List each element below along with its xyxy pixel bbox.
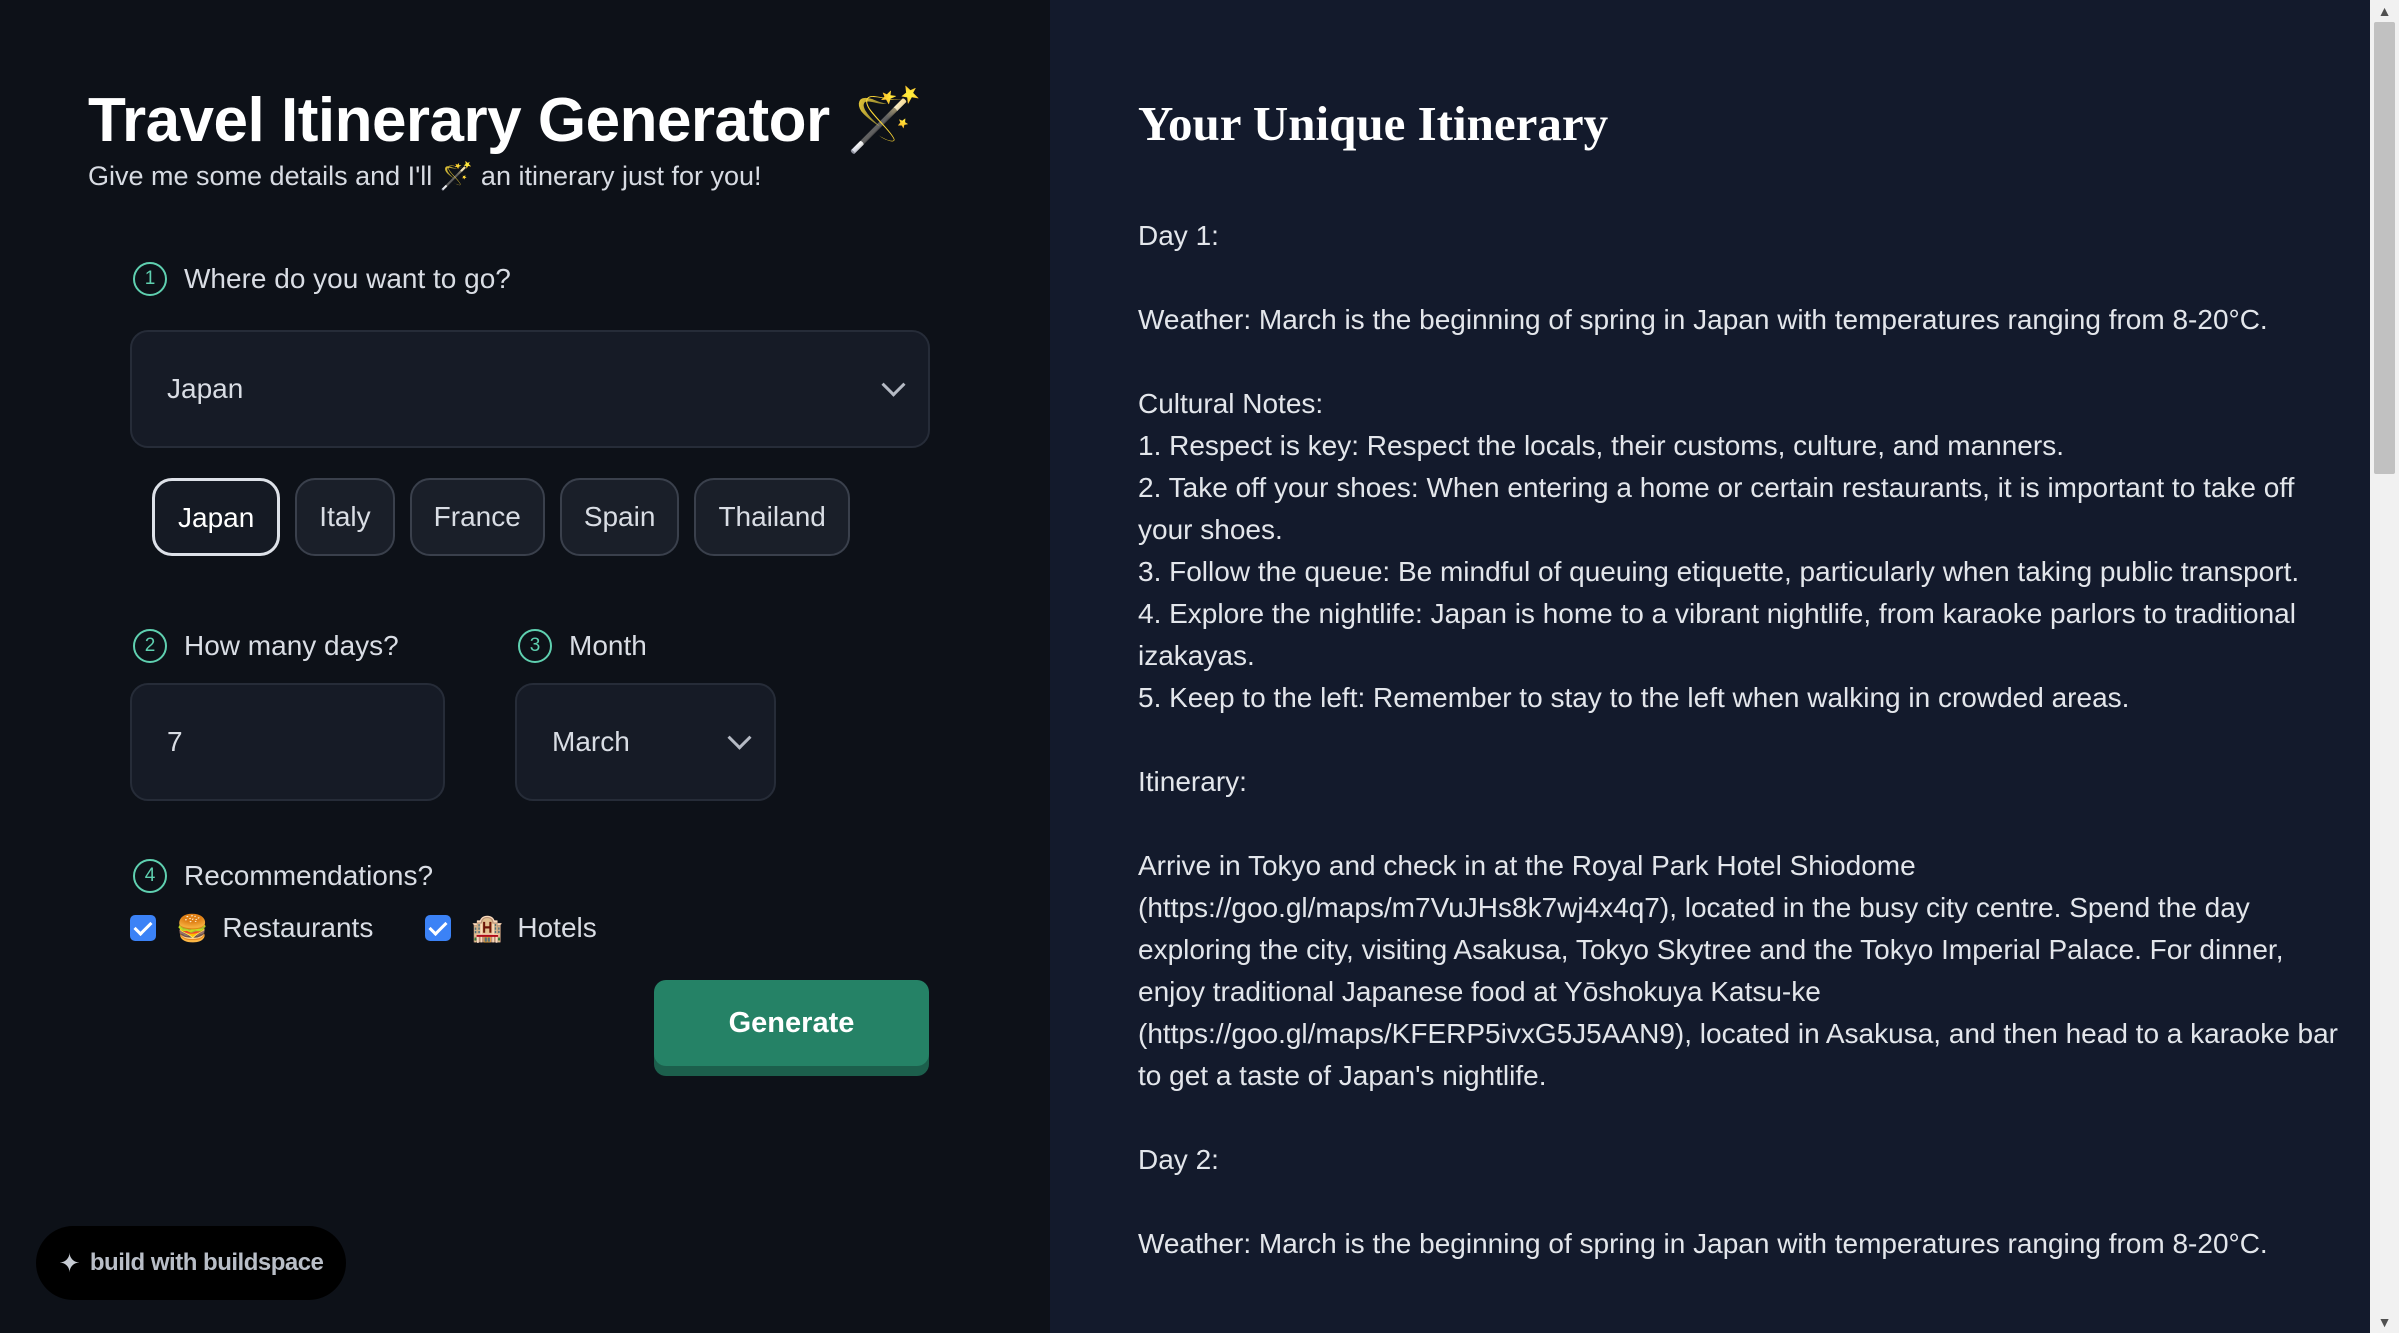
hotels-option[interactable]: 🏨 Hotels [425,912,597,944]
days-input[interactable]: 7 [130,683,445,801]
days-label: 2 How many days? [133,629,399,663]
buildspace-logo-icon: ✦ [58,1247,81,1278]
generate-button[interactable]: Generate [654,980,929,1066]
chip-spain[interactable]: Spain [559,478,680,556]
days-label-text: How many days? [184,630,399,661]
destination-chips: Japan Italy France Spain Thailand [152,478,850,556]
chip-italy[interactable]: Italy [295,478,395,556]
hotels-checkbox[interactable] [425,915,451,941]
chip-japan[interactable]: Japan [152,478,281,556]
month-select[interactable]: March [515,683,776,801]
destination-select[interactable]: Japan [130,330,930,448]
step-2-icon: 2 [133,629,167,663]
hotels-label: Hotels [517,912,597,943]
chevron-down-icon [727,725,752,750]
scroll-up-icon[interactable]: ▲ [2370,0,2399,22]
step-3-icon: 3 [518,629,552,663]
itinerary-text: Day 1: Weather: March is the beginning o… [1138,220,2339,1259]
month-label-text: Month [569,630,647,661]
destination-select-value: Japan [167,373,244,404]
step-4-icon: 4 [133,859,167,893]
chip-thailand[interactable]: Thailand [694,478,850,556]
recommendations-label-text: Recommendations? [184,860,434,891]
buildspace-badge[interactable]: ✦ build with buildspace [36,1226,346,1300]
days-input-value: 7 [167,726,183,757]
month-label: 3 Month [518,629,647,663]
recommendations-label: 4 Recommendations? [133,859,433,893]
output-panel: Your Unique Itinerary Day 1: Weather: Ma… [1050,0,2370,1333]
hotel-icon: 🏨 [471,912,504,943]
chevron-down-icon [881,372,906,397]
buildspace-badge-label: build with buildspace [89,1249,324,1276]
destination-label-text: Where do you want to go? [184,263,511,294]
destination-label: 1 Where do you want to go? [133,262,511,296]
burger-icon: 🍔 [176,912,209,943]
restaurants-label: Restaurants [222,912,374,943]
scrollbar-thumb[interactable] [2374,22,2395,474]
restaurants-checkbox[interactable] [130,915,156,941]
chip-france[interactable]: France [409,478,545,556]
step-1-icon: 1 [133,262,167,296]
scrollbar[interactable]: ▲ ▼ [2370,0,2399,1333]
scroll-down-icon[interactable]: ▼ [2370,1311,2399,1333]
month-select-value: March [552,726,630,757]
output-title: Your Unique Itinerary [1138,96,1609,151]
restaurants-option[interactable]: 🍔 Restaurants [130,912,373,944]
input-panel: Travel Itinerary Generator 🪄 Give me som… [0,0,1050,1333]
page-subtitle: Give me some details and I'll 🪄 an itine… [88,161,762,191]
page-title: Travel Itinerary Generator 🪄 [88,86,924,155]
